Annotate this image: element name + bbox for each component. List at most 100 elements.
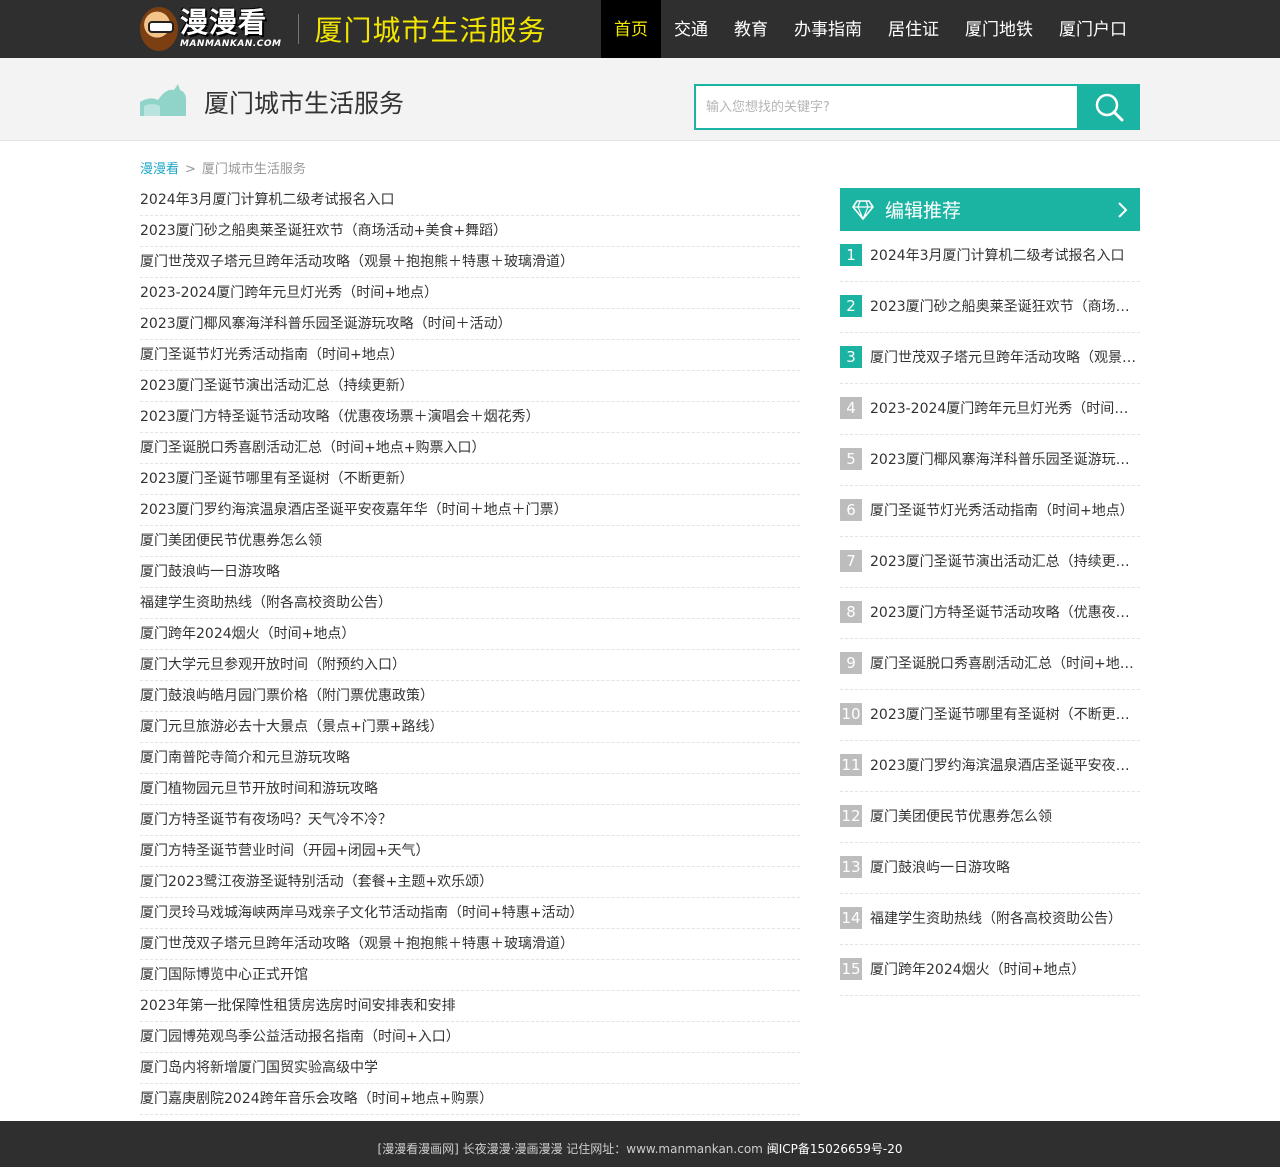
editor-pick-item: 15 厦门跨年2024烟火（时间+地点） — [840, 945, 1140, 996]
rank-badge: 4 — [840, 397, 862, 419]
article-link[interactable]: 2023年第一批保障性租赁房选房时间安排表和安排 — [140, 998, 456, 1014]
search-input[interactable] — [694, 84, 1077, 130]
list-item: 厦门跨年2024烟火（时间+地点） — [140, 619, 800, 650]
rank-badge: 2 — [840, 295, 862, 317]
editor-pick-link[interactable]: 2023厦门罗约海滨温泉酒店圣诞平安夜嘉年华（时间＋地点＋门票） — [870, 755, 1140, 775]
article-link[interactable]: 2023厦门圣诞节哪里有圣诞树（不断更新） — [140, 471, 414, 487]
article-link[interactable]: 2023厦门砂之船奥莱圣诞狂欢节（商场活动+美食+舞蹈） — [140, 223, 507, 239]
editor-pick-link[interactable]: 2023厦门方特圣诞节活动攻略（优惠夜场票＋演唱会＋烟花秀） — [870, 602, 1140, 622]
list-item: 2023厦门圣诞节演出活动汇总（持续更新） — [140, 371, 800, 402]
editor-pick-item: 9 厦门圣诞脱口秀喜剧活动汇总（时间+地点+购票入口） — [840, 639, 1140, 690]
editor-pick-link[interactable]: 2024年3月厦门计算机二级考试报名入口 — [870, 245, 1140, 265]
rank-badge: 6 — [840, 499, 862, 521]
article-link[interactable]: 厦门圣诞脱口秀喜剧活动汇总（时间+地点+购票入口） — [140, 440, 485, 456]
chevron-right-icon[interactable] — [1116, 201, 1128, 219]
article-link[interactable]: 厦门大学元旦参观开放时间（附预约入口） — [140, 657, 406, 673]
article-link[interactable]: 福建学生资助热线（附各高校资助公告） — [140, 595, 392, 611]
editor-pick-link[interactable]: 2023厦门砂之船奥莱圣诞狂欢节（商场活动+美食+舞蹈） — [870, 296, 1140, 316]
search-box — [694, 84, 1140, 130]
article-link[interactable]: 2023厦门罗约海滨温泉酒店圣诞平安夜嘉年华（时间＋地点＋门票） — [140, 502, 568, 518]
rank-badge: 9 — [840, 652, 862, 674]
editor-pick-link[interactable]: 厦门鼓浪屿一日游攻略 — [870, 857, 1140, 877]
article-link[interactable]: 厦门南普陀寺简介和元旦游玩攻略 — [140, 750, 350, 766]
footer-icp[interactable]: 闽ICP备15026659号-20 — [767, 1142, 903, 1156]
editor-pick-link[interactable]: 2023厦门椰风寨海洋科普乐园圣诞游玩攻略（时间＋活动） — [870, 449, 1140, 469]
breadcrumb-home[interactable]: 漫漫看 — [140, 162, 179, 177]
article-link[interactable]: 厦门跨年2024烟火（时间+地点） — [140, 626, 355, 642]
list-item: 厦门2023鹭江夜游圣诞特别活动（套餐+主题+欢乐颂） — [140, 867, 800, 898]
rank-badge: 13 — [840, 856, 862, 878]
editor-pick-link[interactable]: 厦门圣诞脱口秀喜剧活动汇总（时间+地点+购票入口） — [870, 653, 1140, 673]
editor-pick-link[interactable]: 厦门世茂双子塔元旦跨年活动攻略（观景＋抱抱熊＋特惠＋玻璃滑道） — [870, 347, 1140, 367]
article-link[interactable]: 厦门美团便民节优惠券怎么领 — [140, 533, 322, 549]
nav-item-residence-permit[interactable]: 居住证 — [875, 0, 952, 58]
editor-pick-item: 6 厦门圣诞节灯光秀活动指南（时间+地点） — [840, 486, 1140, 537]
list-item: 厦门圣诞节灯光秀活动指南（时间+地点） — [140, 340, 800, 371]
article-link[interactable]: 厦门园博苑观鸟季公益活动报名指南（时间+入口） — [140, 1029, 460, 1045]
article-link[interactable]: 2023厦门圣诞节演出活动汇总（持续更新） — [140, 378, 414, 394]
article-link[interactable]: 厦门方特圣诞节营业时间（开园+闭园+天气） — [140, 843, 429, 859]
nav-item-traffic[interactable]: 交通 — [661, 0, 721, 58]
list-item: 厦门方特圣诞节营业时间（开园+闭园+天气） — [140, 836, 800, 867]
editor-picks-header: 编辑推荐 — [840, 188, 1140, 231]
article-link[interactable]: 厦门世茂双子塔元旦跨年活动攻略（观景＋抱抱熊＋特惠＋玻璃滑道） — [140, 254, 574, 270]
editor-pick-link[interactable]: 厦门美团便民节优惠券怎么领 — [870, 806, 1140, 826]
editor-pick-item: 10 2023厦门圣诞节哪里有圣诞树（不断更新） — [840, 690, 1140, 741]
header-band: 厦门城市生活服务 — [0, 58, 1280, 141]
logo-divider — [297, 14, 299, 44]
article-link[interactable]: 厦门嘉庚剧院2024跨年音乐会攻略（时间+地点+购票） — [140, 1091, 493, 1107]
nav-item-hukou[interactable]: 厦门户口 — [1046, 0, 1140, 58]
editor-pick-link[interactable]: 2023厦门圣诞节哪里有圣诞树（不断更新） — [870, 704, 1140, 724]
article-link[interactable]: 厦门鼓浪屿一日游攻略 — [140, 564, 280, 580]
editor-pick-item: 3 厦门世茂双子塔元旦跨年活动攻略（观景＋抱抱熊＋特惠＋玻璃滑道） — [840, 333, 1140, 384]
article-link[interactable]: 2024年3月厦门计算机二级考试报名入口 — [140, 192, 395, 208]
editor-pick-item: 2 2023厦门砂之船奥莱圣诞狂欢节（商场活动+美食+舞蹈） — [840, 282, 1140, 333]
nav-item-metro[interactable]: 厦门地铁 — [952, 0, 1046, 58]
list-item: 厦门美团便民节优惠券怎么领 — [140, 526, 800, 557]
main-nav: 首页 交通 教育 办事指南 居住证 厦门地铁 厦门户口 — [601, 0, 1140, 58]
rank-badge: 12 — [840, 805, 862, 827]
nav-item-home[interactable]: 首页 — [601, 0, 661, 58]
editor-pick-item: 5 2023厦门椰风寨海洋科普乐园圣诞游玩攻略（时间＋活动） — [840, 435, 1140, 486]
site-logo[interactable]: 漫漫看 MANMANKAN.COM — [140, 0, 282, 58]
site-title: 厦门城市生活服务 — [314, 14, 547, 47]
editor-pick-link[interactable]: 福建学生资助热线（附各高校资助公告） — [870, 908, 1140, 928]
article-link[interactable]: 2023-2024厦门跨年元旦灯光秀（时间+地点） — [140, 285, 438, 301]
editor-picks-title: 编辑推荐 — [885, 200, 962, 222]
editor-pick-link[interactable]: 2023-2024厦门跨年元旦灯光秀（时间+地点） — [870, 398, 1140, 418]
list-item: 2024年3月厦门计算机二级考试报名入口 — [140, 185, 800, 216]
editor-pick-link[interactable]: 厦门圣诞节灯光秀活动指南（时间+地点） — [870, 500, 1140, 520]
article-link[interactable]: 厦门圣诞节灯光秀活动指南（时间+地点） — [140, 347, 404, 363]
article-list: 2024年3月厦门计算机二级考试报名入口 2023厦门砂之船奥莱圣诞狂欢节（商场活… — [140, 185, 800, 1115]
top-bar: 漫漫看 MANMANKAN.COM 厦门城市生活服务 首页 交通 教育 办事指南… — [0, 0, 1280, 58]
nav-item-education[interactable]: 教育 — [721, 0, 781, 58]
rank-badge: 1 — [840, 244, 862, 266]
editor-pick-link[interactable]: 2023厦门圣诞节演出活动汇总（持续更新） — [870, 551, 1140, 571]
list-item: 福建学生资助热线（附各高校资助公告） — [140, 588, 800, 619]
article-link[interactable]: 厦门元旦旅游必去十大景点（景点+门票+路线） — [140, 719, 443, 735]
editor-pick-item: 7 2023厦门圣诞节演出活动汇总（持续更新） — [840, 537, 1140, 588]
article-link[interactable]: 厦门世茂双子塔元旦跨年活动攻略（观景＋抱抱熊＋特惠＋玻璃滑道） — [140, 936, 574, 952]
article-link[interactable]: 厦门鼓浪屿皓月园门票价格（附门票优惠政策） — [140, 688, 434, 704]
article-link[interactable]: 厦门2023鹭江夜游圣诞特别活动（套餐+主题+欢乐颂） — [140, 874, 493, 890]
search-button[interactable] — [1077, 84, 1140, 130]
list-item: 厦门鼓浪屿一日游攻略 — [140, 557, 800, 588]
diamond-icon — [852, 199, 874, 220]
list-item: 厦门方特圣诞节有夜场吗？天气冷不冷？ — [140, 805, 800, 836]
editor-picks: 编辑推荐 1 2024年3月厦门计算机二级考试报名入口 2 2023厦门砂之船奥莱圣诞… — [840, 188, 1140, 996]
article-link[interactable]: 2023厦门方特圣诞节活动攻略（优惠夜场票＋演唱会＋烟花秀） — [140, 409, 540, 425]
nav-item-guide[interactable]: 办事指南 — [781, 0, 875, 58]
article-link[interactable]: 厦门方特圣诞节有夜场吗？天气冷不冷？ — [140, 812, 392, 828]
article-link[interactable]: 厦门国际博览中心正式开馆 — [140, 967, 308, 983]
article-link[interactable]: 2023厦门椰风寨海洋科普乐园圣诞游玩攻略（时间＋活动） — [140, 316, 512, 332]
article-link[interactable]: 厦门植物园元旦节开放时间和游玩攻略 — [140, 781, 378, 797]
editor-pick-item: 1 2024年3月厦门计算机二级考试报名入口 — [840, 231, 1140, 282]
editor-pick-link[interactable]: 厦门跨年2024烟火（时间+地点） — [870, 959, 1140, 979]
article-link[interactable]: 厦门岛内将新增厦门国贸实验高级中学 — [140, 1060, 378, 1076]
article-link[interactable]: 厦门灵玲马戏城海峡两岸马戏亲子文化节活动指南（时间+特惠+活动） — [140, 905, 583, 921]
list-item: 厦门灵玲马戏城海峡两岸马戏亲子文化节活动指南（时间+特惠+活动） — [140, 898, 800, 929]
breadcrumb: 漫漫看 > 厦门城市生活服务 — [140, 141, 1140, 185]
footer-text: [漫漫看漫画网] 长夜漫漫·漫画漫漫 记住网址：www.manmankan.co… — [377, 1142, 763, 1156]
rank-badge: 8 — [840, 601, 862, 623]
list-item: 厦门植物园元旦节开放时间和游玩攻略 — [140, 774, 800, 805]
